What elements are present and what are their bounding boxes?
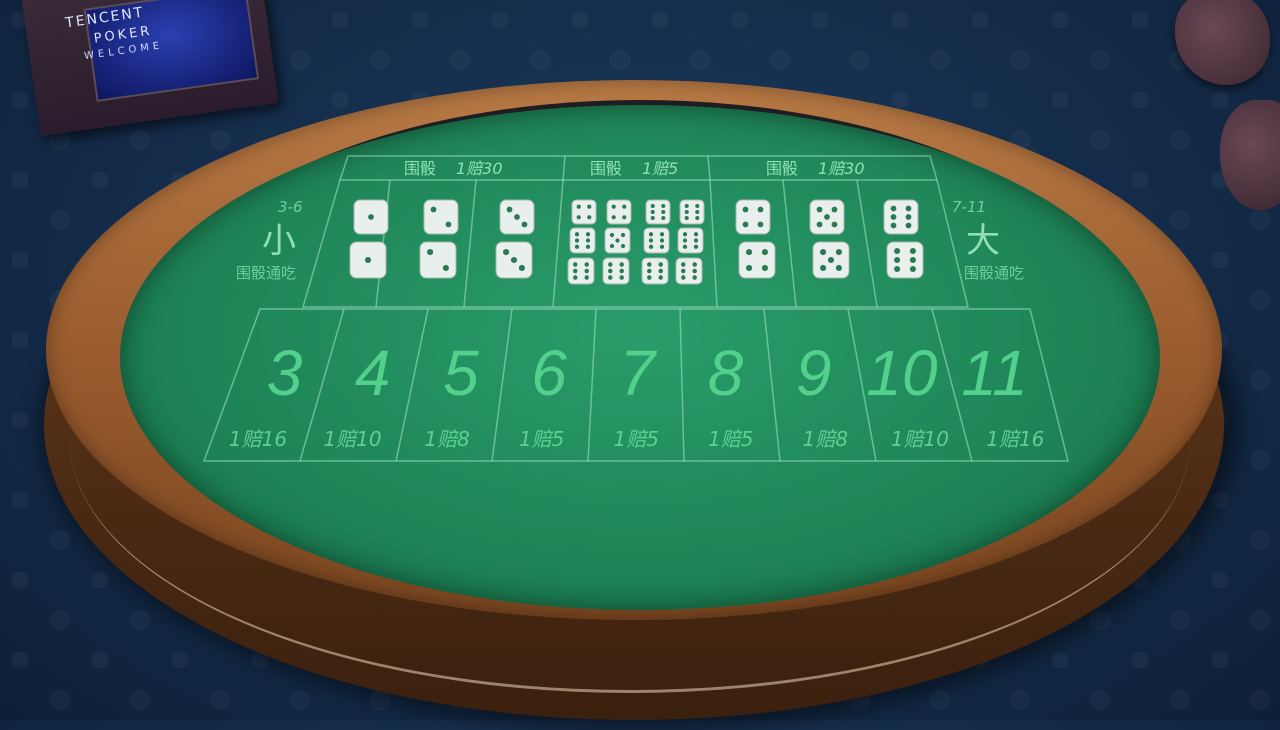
total-number: 8: [708, 337, 744, 409]
total-bet-8[interactable]: 8 1赔5: [679, 308, 754, 462]
any-triple-die-0-3[interactable]: [679, 199, 705, 225]
total-divider: [491, 308, 513, 462]
big-range: 7-11: [952, 198, 986, 216]
total-bet-3[interactable]: 3 1赔16: [229, 337, 303, 451]
total-number: 9: [796, 337, 832, 409]
any-triple-die-2-1[interactable]: [602, 257, 630, 285]
triple-left-2-die-bottom[interactable]: [419, 241, 457, 279]
any-triple-die-2-3[interactable]: [675, 257, 703, 285]
small-note: 围骰通吃: [236, 264, 296, 282]
header-right-label: 围骰: [766, 159, 798, 178]
total-odds: 1赔5: [519, 427, 564, 451]
any-triple-die-1-0[interactable]: [569, 227, 596, 254]
total-divider: [763, 308, 781, 462]
header-left-odds: 1赔30: [456, 159, 503, 178]
triple-right-2-die-top[interactable]: [809, 199, 845, 235]
total-odds: 1赔5: [708, 427, 753, 451]
triple-right-3-die-bottom[interactable]: [886, 241, 924, 279]
triple-left-3-die-top[interactable]: [499, 199, 535, 235]
total-bet-9[interactable]: 9 1赔8: [763, 308, 848, 462]
total-odds: 1赔16: [229, 427, 287, 451]
any-triple-die-0-0[interactable]: [571, 199, 597, 225]
header-left[interactable]: 围骰 1赔30: [404, 159, 503, 178]
total-bet-6[interactable]: 6 1赔5: [491, 308, 567, 462]
total-number: 6: [531, 337, 567, 409]
total-divider: [587, 308, 597, 462]
triple-right-1-die-bottom[interactable]: [738, 241, 776, 279]
small-range: 3-6: [278, 198, 303, 216]
big-label: 大: [966, 221, 1000, 261]
betting-layout: 围骰 1赔30 围骰 1赔5 围骰 1赔30 3-6 小 围骰通吃 7-11 大…: [202, 155, 1069, 462]
triple-right-3-die-top[interactable]: [883, 199, 919, 235]
any-triple-die-1-1[interactable]: [604, 227, 631, 254]
any-triple-die-2-0[interactable]: [567, 257, 595, 285]
triple-right-1-die-top[interactable]: [735, 199, 771, 235]
any-triple-die-2-2[interactable]: [641, 257, 669, 285]
header-middle-label: 围骰: [590, 159, 622, 178]
total-divider: [679, 308, 685, 462]
header-right-odds: 1赔30: [818, 159, 865, 178]
total-number: 3: [267, 337, 303, 409]
total-number: 7: [620, 337, 658, 409]
total-divider: [395, 308, 429, 462]
triple-left-2-die-top[interactable]: [423, 199, 459, 235]
total-number: 10: [866, 337, 938, 409]
small-bet-area[interactable]: 3-6 小 围骰通吃: [236, 198, 303, 282]
total-odds: 1赔8: [424, 427, 469, 451]
header-middle-odds: 1赔5: [642, 159, 678, 178]
total-bet-7[interactable]: 7 1赔5: [587, 308, 659, 462]
triple-left-3-die-bottom[interactable]: [495, 241, 533, 279]
big-bet-area[interactable]: 7-11 大 围骰通吃: [952, 198, 1024, 282]
total-bet-10[interactable]: 10 1赔10: [847, 308, 949, 462]
triple-left-1-die-top[interactable]: [353, 199, 389, 235]
total-bet-5[interactable]: 5 1赔8: [395, 308, 479, 462]
triple-right-2-die-bottom[interactable]: [812, 241, 850, 279]
big-note: 围骰通吃: [964, 264, 1024, 282]
dice-layer: [349, 199, 924, 285]
header-left-label: 围骰: [404, 159, 436, 178]
total-odds: 1赔10: [323, 427, 381, 451]
any-triple-die-0-1[interactable]: [606, 199, 632, 225]
small-label: 小: [262, 221, 296, 261]
total-bet-4[interactable]: 4 1赔10: [299, 308, 391, 462]
any-triple-die-0-2[interactable]: [645, 199, 671, 225]
total-odds: 1赔5: [614, 427, 659, 451]
any-triple-die-1-3[interactable]: [677, 227, 704, 254]
totals-layer: 3 1赔16 4 1赔10 5 1赔8 6 1赔5 7 1赔5 8 1赔5 9 1赔8 10 1赔10 11 1赔…: [229, 308, 1044, 462]
total-odds: 1赔16: [986, 427, 1044, 451]
triple-left-1-die-bottom[interactable]: [349, 241, 387, 279]
header-right[interactable]: 围骰 1赔30: [766, 159, 865, 178]
header-middle[interactable]: 围骰 1赔5: [590, 159, 678, 178]
total-odds: 1赔10: [891, 427, 949, 451]
total-number: 4: [355, 337, 391, 409]
total-number: 11: [961, 337, 1027, 409]
total-number: 5: [443, 337, 479, 409]
total-odds: 1赔8: [803, 427, 848, 451]
any-triple-die-1-2[interactable]: [643, 227, 670, 254]
